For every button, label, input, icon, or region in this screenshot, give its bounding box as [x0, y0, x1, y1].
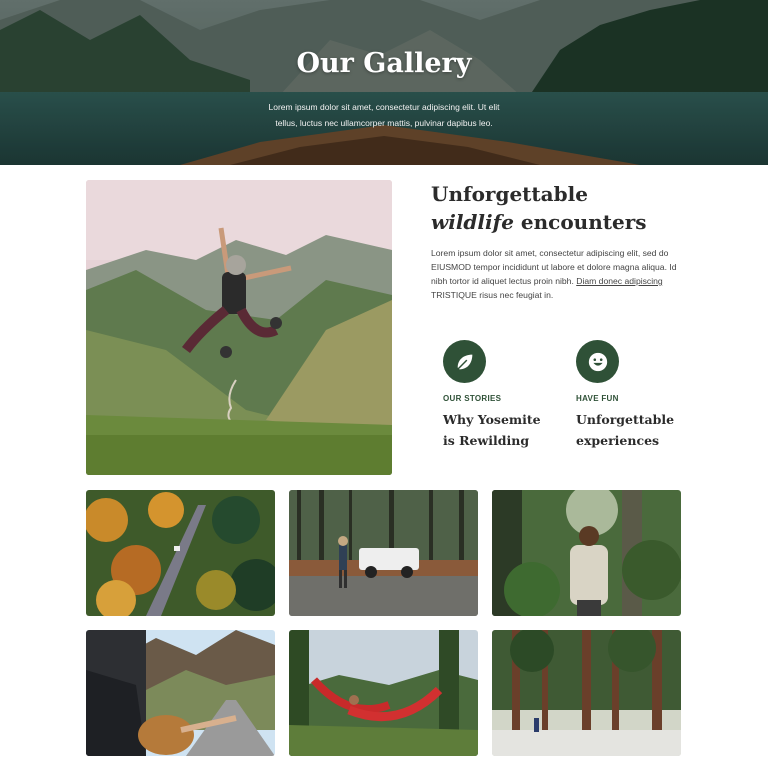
hero-background-image [0, 0, 768, 165]
hero-subtitle: Lorem ipsum dolor sit amet, consectetur … [268, 102, 500, 128]
feature-paragraph-link[interactable]: Diam donec adipiscing [576, 276, 662, 286]
gallery-image-autumn-road[interactable] [86, 490, 275, 616]
card-title[interactable]: Why Yosemite is Rewilding [443, 409, 553, 451]
feature-paragraph: Lorem ipsum dolor sit amet, consectetur … [431, 246, 681, 302]
story-card[interactable]: OUR STORIES Why Yosemite is Rewilding [443, 340, 563, 451]
smiley-icon [576, 340, 619, 383]
leaf-icon [443, 340, 486, 383]
hero-banner: Our Gallery Lorem ipsum dolor sit amet, … [0, 0, 768, 165]
card-title[interactable]: Unforgettable experiences [576, 409, 686, 451]
feature-photo-jumping-hiker [86, 180, 392, 475]
feature-heading: Unforgettable wildlife encounters [431, 180, 731, 236]
feature-heading-line1: Unforgettable [431, 182, 588, 206]
gallery-image-jeep-forest[interactable] [289, 490, 478, 616]
card-kicker: OUR STORIES [443, 394, 502, 403]
fun-card[interactable]: HAVE FUN Unforgettable experiences [576, 340, 696, 451]
gallery-image-car-window[interactable] [86, 630, 275, 756]
feature-heading-italic: wildlife [431, 210, 514, 234]
feature-heading-line2: encounters [513, 210, 647, 234]
page-title: Our Gallery [296, 48, 472, 79]
gallery-image-hammocks[interactable] [289, 630, 478, 756]
feature-paragraph-text-end: TRISTIQUE risus nec feugiat in. [431, 290, 554, 300]
card-kicker: HAVE FUN [576, 394, 619, 403]
gallery-image-forest-trail[interactable] [492, 630, 681, 756]
gallery-image-hiker-backpack[interactable] [492, 490, 681, 616]
